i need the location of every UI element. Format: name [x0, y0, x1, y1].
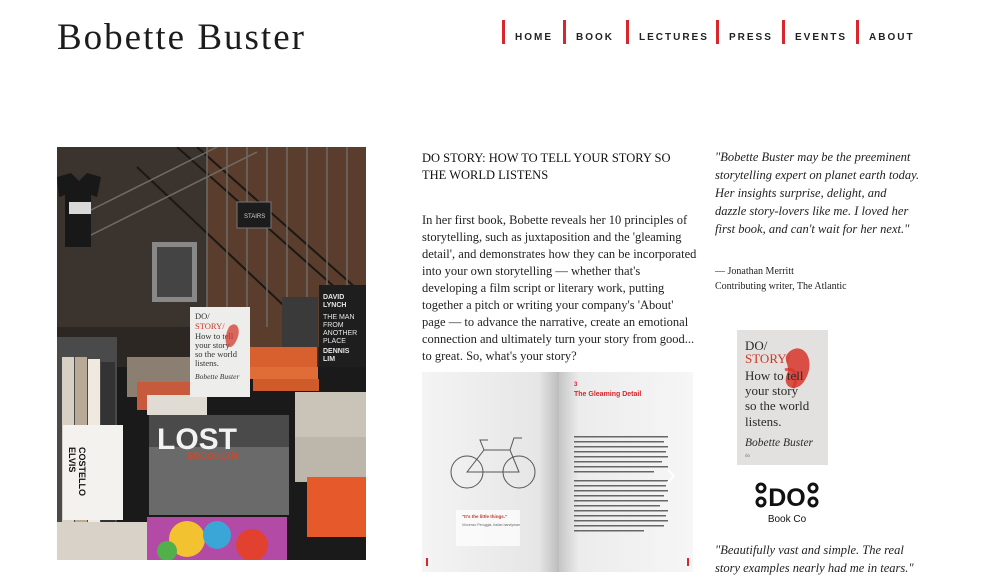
lynch-line-3: THE MAN [323, 314, 355, 321]
stairs-label: STAIRS [244, 214, 265, 220]
thumb-line-2: STORY/ [745, 351, 791, 366]
nav-book-label: BOOK [576, 32, 614, 43]
lynch-line-6: PLACE [323, 338, 346, 345]
thumb-line-5: so the world [745, 398, 810, 413]
logo-main: DO [768, 484, 806, 512]
testimonial-role: Contributing writer, The Atlantic [715, 281, 847, 292]
logo-sub: Book Co [768, 514, 807, 525]
testimonial-quote-2: "Beautifully vast and simple. The real s… [715, 543, 914, 575]
lynch-line-8: LIM [323, 356, 335, 363]
nav-lectures-label: LECTURES [639, 32, 709, 43]
book-title: DO STORY: HOW TO TELL YOUR STORY SO THE … [422, 151, 671, 182]
nav-about[interactable]: ABOUT [856, 20, 916, 44]
testimonial-quote: "Bobette Buster may be the preeminent st… [715, 150, 920, 236]
elvis-line-2: COSTELLO [77, 447, 87, 496]
nav-lectures[interactable]: LECTURES [626, 20, 714, 44]
testimonial-attribution: — Jonathan Merritt Contributing writer, … [715, 264, 935, 294]
elvis-line-1: ELVIS [67, 447, 77, 472]
lynch-line-5: ANOTHER [323, 330, 357, 337]
testimonial-author: — Jonathan Merritt [715, 266, 794, 277]
do-book-co-logo[interactable]: DO Book Co [752, 478, 822, 528]
nav-about-label: ABOUT [869, 32, 915, 43]
nav-home-label: HOME [515, 32, 553, 43]
bookstore-photo: STAIRS DAVID LYNCH THE MAN FROM ANOTHER … [57, 147, 366, 560]
spread-caption: "It's the little things." [462, 514, 507, 519]
photo-cover-line-7: Bobette Buster [195, 372, 239, 381]
nav-home[interactable]: HOME [502, 20, 566, 44]
thumb-line-4: your story [745, 383, 799, 398]
nav-press[interactable]: PRESS [716, 20, 780, 44]
book-description: In her first book, Bobette reveals her 1… [422, 213, 697, 363]
site-title[interactable]: Bobette Buster [57, 16, 306, 59]
photo-cover-line-6: listens. [195, 358, 219, 368]
photo-cover-line-1: DO/ [195, 311, 210, 321]
thumb-line-3: How to tell [745, 368, 804, 383]
lost-subtitle: BROOKLYN [187, 451, 238, 461]
thumb-publisher-mark: do [745, 454, 751, 459]
book-spread-image[interactable]: "It's the little things." Vincenzo Perug… [422, 372, 693, 572]
nav-events-label: EVENTS [795, 32, 848, 43]
lynch-line-1: DAVID [323, 294, 344, 301]
photo-cover-line-2: STORY/ [195, 321, 225, 331]
lynch-line-7: DENNIS [323, 348, 350, 355]
thumb-line-6: listens. [745, 414, 781, 429]
nav-book[interactable]: BOOK [563, 20, 625, 44]
lynch-line-4: FROM [323, 322, 344, 329]
nav-events[interactable]: EVENTS [782, 20, 854, 44]
spread-caption-credit: Vincenzo Peruggia, Italian handyman [462, 523, 520, 527]
book-cover-thumbnail[interactable]: DO/ STORY/ How to tell your story so the… [737, 330, 828, 465]
nav-press-label: PRESS [729, 32, 773, 43]
spread-chapter-title: The Gleaming Detail [574, 391, 641, 398]
lynch-line-2: LYNCH [323, 302, 346, 309]
thumb-line-7: Bobette Buster [745, 437, 814, 449]
